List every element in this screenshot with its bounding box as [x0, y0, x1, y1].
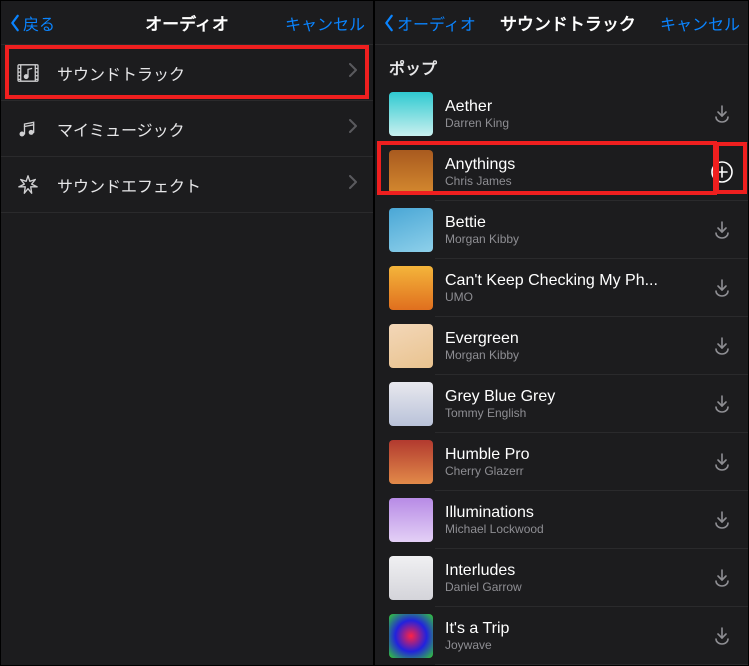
track-text: EvergreenMorgan Kibby	[445, 330, 708, 363]
cancel-button[interactable]: キャンセル	[660, 11, 740, 35]
row-my-music[interactable]: マイミュージック	[1, 101, 373, 157]
track-row[interactable]: It's a TripJoywave	[375, 607, 748, 665]
album-artwork	[389, 266, 433, 310]
track-row[interactable]: AetherDarren King	[375, 85, 748, 143]
track-title: Humble Pro	[445, 446, 708, 464]
track-artist: Joywave	[445, 638, 708, 652]
album-artwork	[389, 614, 433, 658]
back-label: オーディオ	[397, 11, 476, 35]
chevron-right-icon	[349, 175, 357, 194]
album-artwork	[389, 208, 433, 252]
track-artist: Morgan Kibby	[445, 232, 708, 246]
track-row[interactable]: EvergreenMorgan Kibby	[375, 317, 748, 375]
track-title: Can't Keep Checking My Ph...	[445, 272, 708, 290]
download-icon[interactable]	[708, 216, 736, 244]
track-title: Evergreen	[445, 330, 708, 348]
download-icon[interactable]	[708, 390, 736, 418]
track-row[interactable]: IlluminationsMichael Lockwood	[375, 491, 748, 549]
sparkle-icon	[17, 174, 47, 196]
track-artist: Chris James	[445, 174, 708, 188]
track-text: AnythingsChris James	[445, 156, 708, 189]
download-icon[interactable]	[708, 622, 736, 650]
row-label: サウンドトラック	[57, 61, 349, 85]
download-icon[interactable]	[708, 506, 736, 534]
download-icon[interactable]	[708, 274, 736, 302]
category-list: サウンドトラック マイミュージック	[1, 45, 373, 213]
track-list: AetherDarren King AnythingsChris James Bet…	[375, 85, 748, 665]
track-text: Humble ProCherry Glazerr	[445, 446, 708, 479]
nav-title: サウンドトラック	[476, 10, 660, 35]
track-artist: Cherry Glazerr	[445, 464, 708, 478]
download-icon[interactable]	[708, 564, 736, 592]
album-artwork	[389, 324, 433, 368]
nav-title: オーディオ	[89, 10, 285, 35]
row-label: サウンドエフェクト	[57, 173, 349, 197]
album-artwork	[389, 150, 433, 194]
soundtrack-list-panel: オーディオ サウンドトラック キャンセル ポップ AetherDarren Ki…	[374, 0, 749, 666]
track-artist: Daniel Garrow	[445, 580, 708, 594]
back-button[interactable]: オーディオ	[383, 11, 476, 35]
track-artist: Morgan Kibby	[445, 348, 708, 362]
track-row[interactable]: Humble ProCherry Glazerr	[375, 433, 748, 491]
track-title: Grey Blue Grey	[445, 388, 708, 406]
cancel-label: キャンセル	[660, 11, 740, 35]
back-label: 戻る	[23, 11, 55, 35]
track-title: It's a Trip	[445, 620, 708, 638]
chevron-left-icon	[9, 14, 21, 32]
track-row[interactable]: Grey Blue GreyTommy English	[375, 375, 748, 433]
track-text: AetherDarren King	[445, 98, 708, 131]
chevron-right-icon	[349, 119, 357, 138]
section-header: ポップ	[375, 45, 748, 85]
album-artwork	[389, 556, 433, 600]
track-text: InterludesDaniel Garrow	[445, 562, 708, 595]
download-icon[interactable]	[708, 332, 736, 360]
album-artwork	[389, 92, 433, 136]
cancel-button[interactable]: キャンセル	[285, 11, 365, 35]
audio-categories-panel: 戻る オーディオ キャンセル サウンドトラック	[0, 0, 374, 666]
row-sound-effects[interactable]: サウンドエフェクト	[1, 157, 373, 213]
track-artist: Darren King	[445, 116, 708, 130]
track-artist: UMO	[445, 290, 708, 304]
row-soundtrack[interactable]: サウンドトラック	[1, 45, 373, 101]
track-title: Aether	[445, 98, 708, 116]
track-row[interactable]: Can't Keep Checking My Ph...UMO	[375, 259, 748, 317]
add-icon[interactable]	[708, 158, 736, 186]
track-text: It's a TripJoywave	[445, 620, 708, 653]
album-artwork	[389, 382, 433, 426]
cancel-label: キャンセル	[285, 11, 365, 35]
chevron-right-icon	[349, 63, 357, 82]
navbar-left: 戻る オーディオ キャンセル	[1, 1, 373, 45]
track-row[interactable]: AnythingsChris James	[375, 143, 748, 201]
track-text: BettieMorgan Kibby	[445, 214, 708, 247]
music-note-icon	[17, 119, 47, 139]
download-icon[interactable]	[708, 448, 736, 476]
back-button[interactable]: 戻る	[9, 11, 89, 35]
track-title: Bettie	[445, 214, 708, 232]
track-title: Interludes	[445, 562, 708, 580]
track-row[interactable]: InterludesDaniel Garrow	[375, 549, 748, 607]
album-artwork	[389, 440, 433, 484]
track-artist: Michael Lockwood	[445, 522, 708, 536]
chevron-left-icon	[383, 14, 395, 32]
track-text: Grey Blue GreyTommy English	[445, 388, 708, 421]
track-title: Illuminations	[445, 504, 708, 522]
album-artwork	[389, 498, 433, 542]
navbar-right: オーディオ サウンドトラック キャンセル	[375, 1, 748, 45]
row-label: マイミュージック	[57, 117, 349, 141]
track-text: Can't Keep Checking My Ph...UMO	[445, 272, 708, 305]
download-icon[interactable]	[708, 100, 736, 128]
track-text: IlluminationsMichael Lockwood	[445, 504, 708, 537]
track-row[interactable]: BettieMorgan Kibby	[375, 201, 748, 259]
track-artist: Tommy English	[445, 406, 708, 420]
track-title: Anythings	[445, 156, 708, 174]
film-note-icon	[17, 63, 47, 83]
